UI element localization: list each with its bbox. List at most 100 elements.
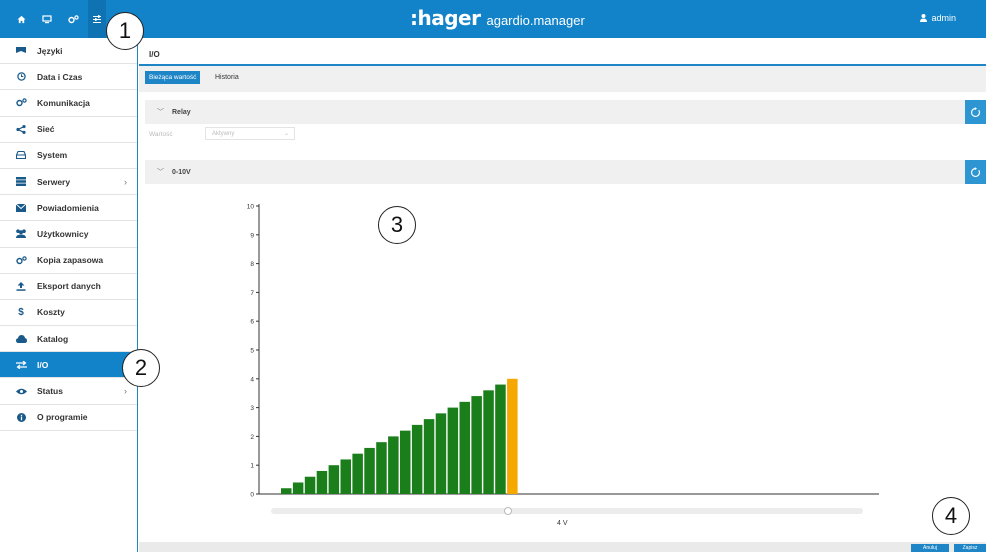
relay-section-title: Relay [172, 108, 191, 116]
sidebar-item-o-programie[interactable]: O programie [0, 405, 137, 431]
sidebar-item-label: Koszty [37, 307, 65, 318]
bar [328, 465, 340, 494]
sidebar-item-io[interactable]: I/O [0, 352, 137, 379]
bar [388, 436, 399, 494]
sidebar-item-label: Użytkownicy [37, 228, 89, 239]
analog-section-title: 0-10V [172, 168, 191, 176]
sidebar-item-status[interactable]: Status › [0, 378, 137, 405]
chevron-down-icon: ﹀ [157, 169, 164, 176]
top-nav-icons [0, 0, 110, 38]
sidebar-item-label: Data i Czas [37, 71, 83, 82]
callout-1: 1 [106, 12, 144, 50]
monitor-icon[interactable] [36, 8, 58, 30]
y-tick-label: 2 [250, 434, 254, 441]
dollar-icon: $ [18, 306, 24, 318]
voltage-bar-chart: 0 1 2 3 4 5 6 7 8 9 10 [247, 204, 879, 499]
drive-icon [14, 151, 28, 160]
sidebar-item-label: Kopia zapasowa [37, 255, 104, 266]
voltage-slider-track[interactable] [271, 508, 863, 514]
cogs-icon [14, 255, 28, 265]
sidebar-item-siec[interactable]: Sieć [0, 117, 137, 143]
bar [352, 453, 363, 494]
tab-history[interactable]: Historia [211, 71, 243, 84]
cloud-icon [14, 334, 28, 343]
sidebar-item-system[interactable]: System [0, 143, 137, 169]
y-tick-label: 1 [250, 463, 254, 470]
y-tick-label: 6 [250, 319, 254, 326]
sidebar-item-koszty[interactable]: $ Koszty [0, 300, 137, 327]
sidebar-item-katalog[interactable]: Katalog [0, 326, 137, 353]
bar [507, 378, 518, 494]
analog-section-header[interactable]: ﹀ 0-10V [145, 160, 965, 184]
settings-cogs-icon[interactable] [62, 8, 84, 30]
sidebar-item-kopia-zapasowa[interactable]: Kopia zapasowa [0, 248, 137, 274]
sidebar-item-label: Języki [37, 45, 63, 56]
callout-4: 4 [932, 497, 970, 535]
eye-icon [14, 388, 28, 395]
voltage-slider-value: 4 V [557, 520, 568, 527]
product-name: agardio.manager [486, 13, 585, 28]
sidebar-item-label: Komunikacja [37, 97, 90, 108]
user-menu[interactable]: admin [920, 13, 956, 23]
tab-bar: Bieżąca wartość Historia [139, 66, 986, 92]
sidebar-item-label: System [37, 150, 68, 161]
dropdown-arrow-icon: ⌄ [283, 131, 289, 137]
user-icon [920, 14, 928, 22]
main-content: I/O Bieżąca wartość Historia ﹀ Relay War… [139, 38, 986, 552]
refresh-icon [971, 106, 980, 117]
y-tick-label: 10 [247, 204, 255, 211]
envelope-icon [14, 203, 28, 212]
sidebar-item-label: Katalog [37, 333, 69, 344]
relay-value-select[interactable]: Aktywny ⌄ [205, 127, 295, 140]
analog-refresh-button[interactable] [965, 160, 986, 184]
user-name: admin [931, 13, 956, 23]
server-icon [14, 177, 28, 187]
bar [423, 419, 435, 494]
bar [304, 476, 316, 494]
sidebar-item-label: Eksport danych [37, 281, 101, 292]
bar [316, 470, 328, 494]
bar [364, 447, 375, 494]
callout-3: 3 [378, 206, 416, 244]
users-icon [14, 229, 28, 239]
bar [281, 488, 292, 494]
chevron-down-icon: ﹀ [157, 109, 164, 116]
relay-refresh-button[interactable] [965, 100, 986, 124]
cancel-button[interactable]: Anuluj [911, 544, 949, 552]
sliders-icon[interactable] [88, 0, 106, 38]
refresh-icon [971, 166, 980, 177]
relay-section-header[interactable]: ﹀ Relay [145, 100, 965, 124]
sidebar-item-eksport-danych[interactable]: Eksport danych [0, 274, 137, 300]
bar [376, 442, 387, 494]
bar [483, 390, 494, 494]
sidebar-item-komunikacja[interactable]: Komunikacja [0, 90, 137, 117]
sidebar-item-label: I/O [37, 359, 49, 370]
share-icon [14, 124, 28, 134]
sidebar-item-data-i-czas[interactable]: Data i Czas [0, 64, 137, 91]
top-bar: :hager agardio.manager admin [0, 0, 986, 38]
home-icon[interactable] [10, 8, 32, 30]
sidebar: Języki Data i Czas Komunikacja Sieć Syst… [0, 38, 138, 552]
sidebar-item-label: Serwery [37, 176, 71, 187]
bar [459, 401, 470, 494]
voltage-slider-knob[interactable] [504, 507, 512, 515]
chevron-right-icon: › [124, 176, 127, 187]
sidebar-item-powiadomienia[interactable]: Powiadomienia [0, 195, 137, 222]
bar [435, 413, 447, 494]
callout-2: 2 [122, 349, 160, 387]
cogs-icon [14, 98, 28, 107]
bar [340, 459, 351, 494]
upload-icon [14, 281, 28, 291]
exchange-icon [14, 360, 28, 369]
brand: :hager agardio.manager [410, 6, 585, 30]
y-tick-label: 5 [250, 348, 254, 355]
app-root: :hager agardio.manager admin Języki Data… [0, 0, 986, 552]
y-tick-label: 4 [250, 376, 254, 383]
sidebar-item-label: Powiadomienia [37, 202, 99, 213]
sidebar-item-serwery[interactable]: Serwery › [0, 169, 137, 196]
bar [400, 430, 411, 494]
save-button[interactable]: Zapisz [954, 544, 986, 552]
sidebar-item-uzytkownicy[interactable]: Użytkownicy [0, 221, 137, 248]
chevron-right-icon: › [124, 386, 127, 397]
tab-current-value[interactable]: Bieżąca wartość [145, 71, 201, 84]
